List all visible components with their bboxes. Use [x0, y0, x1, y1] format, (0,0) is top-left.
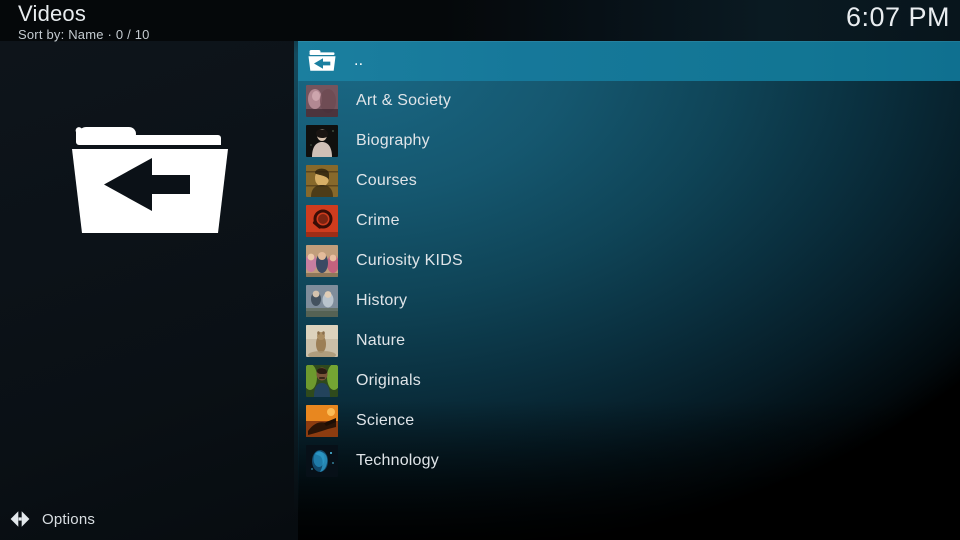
- top-bar: Videos Sort by: Name · 0 / 10 6:07 PM: [0, 0, 960, 43]
- list-item-label: ..: [354, 52, 364, 69]
- list-item[interactable]: Technology: [298, 441, 960, 481]
- list-item-label: Technology: [356, 452, 439, 469]
- list-item[interactable]: Science: [298, 401, 960, 441]
- page-title: Videos: [18, 1, 87, 26]
- list-item[interactable]: Curiosity KIDS: [298, 241, 960, 281]
- history-thumb: [306, 285, 338, 317]
- list-item-label: Originals: [356, 372, 421, 389]
- art-society-thumb: [306, 85, 338, 117]
- list-item[interactable]: Nature: [298, 321, 960, 361]
- options-button[interactable]: Options: [7, 506, 101, 532]
- list-item-label: Biography: [356, 132, 430, 149]
- folder-back-icon: [66, 115, 234, 237]
- originals-thumb: [306, 365, 338, 397]
- options-label: Options: [42, 510, 96, 528]
- list-item[interactable]: Art & Society: [298, 81, 960, 121]
- list-item[interactable]: Originals: [298, 361, 960, 401]
- biography-thumb: [306, 125, 338, 157]
- courses-thumb: [306, 165, 338, 197]
- left-panel-background: [0, 0, 298, 540]
- list-item[interactable]: ..: [298, 41, 960, 81]
- list-item[interactable]: Crime: [298, 201, 960, 241]
- sort-and-count-label: Sort by: Name · 0 / 10: [18, 27, 150, 42]
- left-right-arrows-icon: [9, 508, 31, 530]
- folder-back-icon: [307, 48, 337, 74]
- nature-thumb: [306, 325, 338, 357]
- list-item-label: Crime: [356, 212, 400, 229]
- list-item[interactable]: Courses: [298, 161, 960, 201]
- list-item-label: History: [356, 292, 408, 309]
- list-item[interactable]: History: [298, 281, 960, 321]
- technology-thumb: [306, 445, 338, 477]
- list-item-label: Curiosity KIDS: [356, 252, 463, 269]
- header-title-block: Videos Sort by: Name · 0 / 10: [18, 2, 150, 43]
- file-list: .. Art & Society Biography Courses Crime…: [298, 41, 960, 481]
- list-item-label: Art & Society: [356, 92, 452, 109]
- list-item-label: Science: [356, 412, 415, 429]
- clock-label: 6:07 PM: [845, 2, 950, 32]
- curiosity-kids-thumb: [306, 245, 338, 277]
- crime-thumb: [306, 205, 338, 237]
- list-item-label: Nature: [356, 332, 406, 349]
- list-item[interactable]: Biography: [298, 121, 960, 161]
- list-item-label: Courses: [356, 172, 417, 189]
- science-thumb: [306, 405, 338, 437]
- kodi-videos-window: Videos Sort by: Name · 0 / 10 6:07 PM Op…: [0, 0, 960, 540]
